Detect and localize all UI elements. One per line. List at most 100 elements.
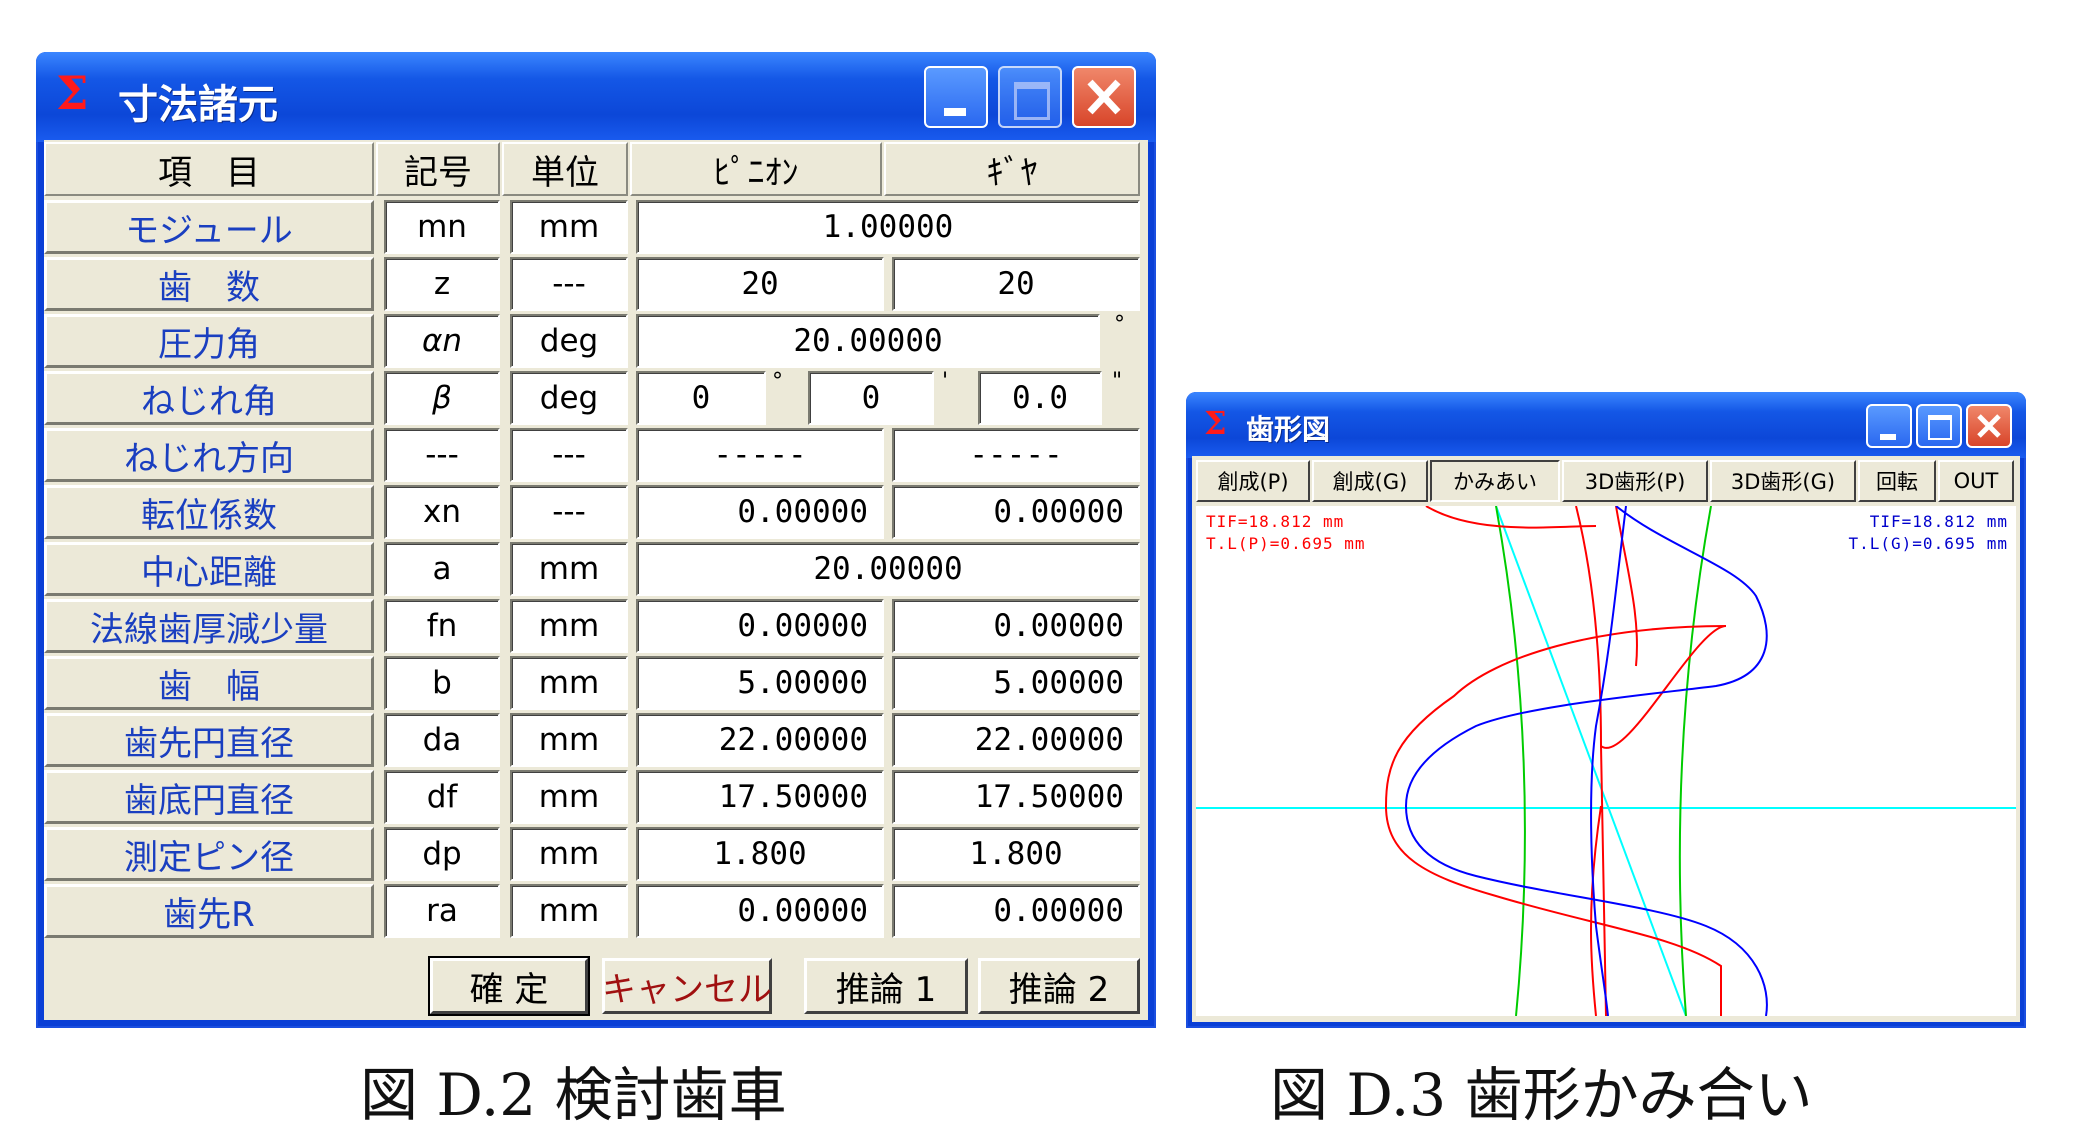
gear-helix-direction-field[interactable]: ----- — [892, 428, 1140, 482]
cancel-button[interactable]: キャンセル — [602, 958, 772, 1014]
row-symbol: fn — [384, 599, 500, 653]
ok-button[interactable]: 確 定 — [428, 956, 590, 1016]
row-label: ねじれ角 — [44, 371, 374, 425]
gear-pin-diameter-field[interactable]: 1.800 — [892, 827, 1140, 881]
gear-teeth-field[interactable]: 20 — [892, 257, 1140, 311]
minimize-icon — [1880, 434, 1896, 440]
tab-3d-pinion[interactable]: 3D歯形(P) — [1562, 460, 1708, 502]
row-label: 歯先円直径 — [44, 713, 374, 767]
row-label: 歯底円直径 — [44, 770, 374, 824]
row-symbol: mn — [384, 200, 500, 254]
gear-shift-field[interactable]: 0.00000 — [892, 485, 1140, 539]
profile-client: 創成(P) 創成(G) かみあい 3D歯形(P) 3D歯形(G) 回転 OUT … — [1192, 456, 2020, 1022]
row-symbol: z — [384, 257, 500, 311]
row-symbol: β — [384, 371, 500, 425]
pinion-pin-diameter-field[interactable]: 1.800 — [636, 827, 884, 881]
row-unit: mm — [510, 599, 628, 653]
close-icon — [1977, 414, 2001, 438]
row-unit: mm — [510, 770, 628, 824]
tab-out[interactable]: OUT — [1938, 460, 2014, 502]
close-icon — [1087, 79, 1121, 115]
second-mark: " — [1112, 369, 1123, 394]
minimize-icon — [944, 108, 966, 116]
dialog-client: 項 目 記号 単位 ﾋﾟﾆｵﾝ ｷﾞﾔ モジュール mn mm 1.00000 … — [44, 140, 1148, 1020]
row-label: 圧力角 — [44, 314, 374, 368]
row-label: 測定ピン径 — [44, 827, 374, 881]
row-label: 転位係数 — [44, 485, 374, 539]
gear-thickness-field[interactable]: 0.00000 — [892, 599, 1140, 653]
row-symbol: --- — [384, 428, 500, 482]
tab-generate-pinion[interactable]: 創成(P) — [1196, 460, 1310, 502]
row-unit: mm — [510, 542, 628, 596]
row-unit: --- — [510, 428, 628, 482]
gear-tooth-profile — [1404, 506, 1768, 1016]
dimension-dialog: Σ 寸法諸元 項 目 記号 単位 ﾋﾟﾆｵﾝ ｷﾞﾔ モジュール mn mm 1… — [36, 52, 1156, 1028]
row-label: 中心距離 — [44, 542, 374, 596]
minimize-button[interactable] — [1866, 404, 1912, 448]
maximize-icon — [1928, 415, 1952, 440]
pinion-base-circle — [1495, 506, 1526, 1016]
pinion-tip-radius-field[interactable]: 0.00000 — [636, 884, 884, 938]
row-unit: mm — [510, 656, 628, 710]
header-symbol: 記号 — [376, 142, 500, 196]
tab-generate-gear[interactable]: 創成(G) — [1312, 460, 1428, 502]
pinion-face-width-field[interactable]: 5.00000 — [636, 656, 884, 710]
row-unit: mm — [510, 713, 628, 767]
pressure-angle-field[interactable]: 20.00000 — [636, 314, 1100, 368]
close-button[interactable] — [1966, 404, 2012, 448]
maximize-button[interactable] — [1916, 404, 1962, 448]
row-unit: deg — [510, 371, 628, 425]
infer2-button[interactable]: 推論 2 — [978, 958, 1140, 1014]
row-symbol: dp — [384, 827, 500, 881]
dialog-titlebar[interactable]: Σ 寸法諸元 — [36, 52, 1156, 142]
gear-root-diameter-field[interactable]: 17.50000 — [892, 770, 1140, 824]
meshing-diagram — [1196, 506, 2016, 1016]
helix-second-field[interactable]: 0.0 — [978, 371, 1102, 425]
pinion-tooth-profile — [1384, 506, 1727, 1016]
row-symbol: αn — [384, 314, 500, 368]
maximize-button[interactable] — [998, 66, 1062, 128]
pinion-teeth-field[interactable]: 20 — [636, 257, 884, 311]
pinion-tip-diameter-field[interactable]: 22.00000 — [636, 713, 884, 767]
row-symbol: df — [384, 770, 500, 824]
gear-face-width-field[interactable]: 5.00000 — [892, 656, 1140, 710]
center-distance-field[interactable]: 20.00000 — [636, 542, 1140, 596]
profile-title: 歯形図 — [1246, 413, 1331, 446]
row-symbol: xn — [384, 485, 500, 539]
row-unit: --- — [510, 257, 628, 311]
minute-mark: ' — [942, 369, 949, 394]
minimize-button[interactable] — [924, 66, 988, 128]
caption-left: 図 D.2 検討歯車 — [360, 1061, 787, 1129]
header-unit: 単位 — [502, 142, 628, 196]
tab-rotate[interactable]: 回転 — [1858, 460, 1936, 502]
sigma-icon: Σ — [56, 66, 89, 120]
tab-3d-gear[interactable]: 3D歯形(G) — [1710, 460, 1856, 502]
pinion-thickness-field[interactable]: 0.00000 — [636, 599, 884, 653]
meshing-plot: TIF=18.812 mm T.L(P)=0.695 mm TIF=18.812… — [1196, 506, 2016, 1016]
row-label: 歯 幅 — [44, 656, 374, 710]
gear-tip-diameter-field[interactable]: 22.00000 — [892, 713, 1140, 767]
caption-right: 図 D.3 歯形かみ合い — [1270, 1061, 1813, 1129]
profile-titlebar[interactable]: Σ 歯形図 — [1186, 392, 2026, 458]
gear-tl-text: T.L(G)=0.695 mm — [1848, 534, 2008, 553]
infer1-button[interactable]: 推論 1 — [804, 958, 968, 1014]
gear-tip-radius-field[interactable]: 0.00000 — [892, 884, 1140, 938]
pinion-helix-direction-field[interactable]: ----- — [636, 428, 884, 482]
close-button[interactable] — [1072, 66, 1136, 128]
tab-meshing[interactable]: かみあい — [1430, 460, 1560, 502]
module-field[interactable]: 1.00000 — [636, 200, 1140, 254]
row-symbol: da — [384, 713, 500, 767]
helix-minute-field[interactable]: 0 — [808, 371, 934, 425]
row-unit: mm — [510, 884, 628, 938]
pinion-shift-field[interactable]: 0.00000 — [636, 485, 884, 539]
helix-degree-field[interactable]: 0 — [636, 371, 766, 425]
row-label: 法線歯厚減少量 — [44, 599, 374, 653]
gear-base-circle — [1678, 506, 1712, 1016]
dialog-title: 寸法諸元 — [118, 82, 278, 128]
pinion-tl-text: T.L(P)=0.695 mm — [1206, 534, 1366, 553]
pinion-root-diameter-field[interactable]: 17.50000 — [636, 770, 884, 824]
row-label: ねじれ方向 — [44, 428, 374, 482]
row-label: モジュール — [44, 200, 374, 254]
degree-mark: ° — [772, 369, 783, 394]
row-symbol: b — [384, 656, 500, 710]
